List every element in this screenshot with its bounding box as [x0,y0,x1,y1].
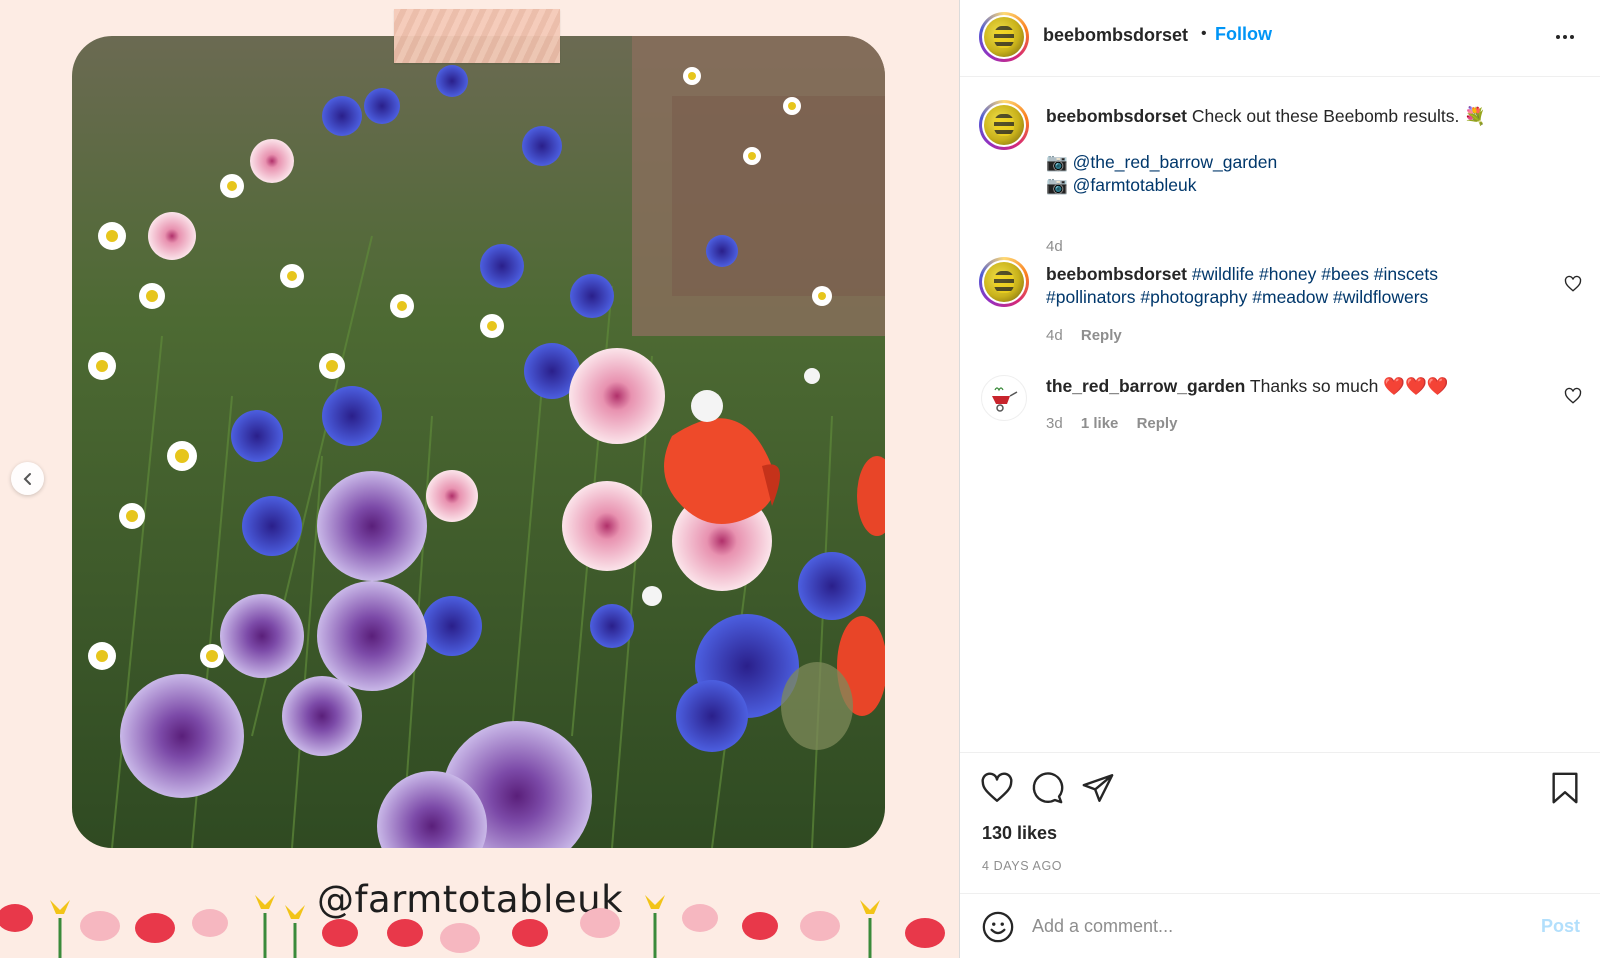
carousel-prev-button[interactable] [11,462,44,495]
comment-username[interactable]: beebombsdorset [1046,264,1187,284]
reply-button[interactable]: Reply [1137,415,1178,432]
red-wheelbarrow-avatar-icon [992,387,1018,412]
comment-time[interactable]: 3d [1046,415,1063,432]
comments-list: beebombsdorset Check out these Beebomb r… [960,77,1600,752]
more-options-button[interactable] [1550,22,1580,52]
bookmark-icon[interactable] [1548,771,1582,805]
comment-likes-count[interactable]: 1 like [1081,415,1119,432]
post-header: beebombsdorset • Follow [960,0,1600,77]
avatar[interactable] [979,100,1029,150]
comment-like-heart-icon[interactable] [1564,387,1582,405]
comment-time[interactable]: 4d [1046,238,1063,255]
header-username[interactable]: beebombsdorset [1043,25,1188,46]
post-media: @farmtotableuk [0,0,959,958]
comment-username[interactable]: beebombsdorset [1046,106,1187,126]
comment-text: Thanks so much ❤️❤️❤️ [1249,376,1449,396]
avatar[interactable] [979,12,1029,62]
separator-dot: • [1201,25,1207,42]
camera-icon: 📷 [1046,175,1068,195]
follow-button[interactable]: Follow [1215,24,1272,45]
comment-meta: 4d [1046,238,1077,255]
camera-icon: 📷 [1046,152,1068,172]
comment-username[interactable]: the_red_barrow_garden [1046,376,1245,396]
comment-input[interactable] [1032,908,1502,944]
comment-meta: 3d 1 like Reply [1046,415,1191,432]
add-comment-bar: Post [960,893,1600,958]
wildflower-photo [72,36,885,848]
comment-like-heart-icon[interactable] [1564,275,1582,293]
heart-icon[interactable] [980,771,1014,805]
comment-body: the_red_barrow_garden Thanks so much ❤️❤… [1046,375,1540,398]
bee-avatar-image [984,105,1024,145]
bee-avatar-image [984,262,1024,302]
comment-body: beebombsdorset #wildlife #honey #bees #i… [1046,263,1540,309]
avatar[interactable] [981,375,1027,421]
tulip-border-decoration [0,895,945,958]
post-comment-button[interactable]: Post [1541,916,1580,937]
paper-plane-icon[interactable] [1081,771,1115,805]
comment-meta: 4d Reply [1046,327,1136,344]
likes-count[interactable]: 130 likes [982,823,1057,844]
mention-link[interactable]: @the_red_barrow_garden [1073,152,1278,172]
bee-avatar-image [984,17,1024,57]
post-timestamp[interactable]: 4 DAYS AGO [982,859,1062,873]
more-options-icon [1556,35,1574,39]
post-sidebar: beebombsdorset • Follow beebombsdorset C… [959,0,1600,958]
comment-bubble-icon[interactable] [1030,771,1064,805]
post-actions: 130 likes 4 DAYS AGO [960,752,1600,893]
mention-link[interactable]: @farmtotableuk [1073,175,1197,195]
post-photo [72,36,885,848]
reply-button[interactable]: Reply [1081,327,1122,344]
comment-text: Check out these Beebomb results. 💐 [1191,106,1487,126]
washi-tape-decoration [394,9,560,63]
comment-time[interactable]: 4d [1046,327,1063,344]
chevron-left-icon [23,472,31,485]
hashtag-links[interactable]: #wildlife #honey #bees #inscets [1192,264,1438,284]
emoji-icon[interactable] [981,910,1015,944]
comment-body: beebombsdorset Check out these Beebomb r… [1046,105,1540,197]
hashtag-links[interactable]: #pollinators #photography #meadow #wildf… [1046,287,1428,307]
avatar[interactable] [979,257,1029,307]
